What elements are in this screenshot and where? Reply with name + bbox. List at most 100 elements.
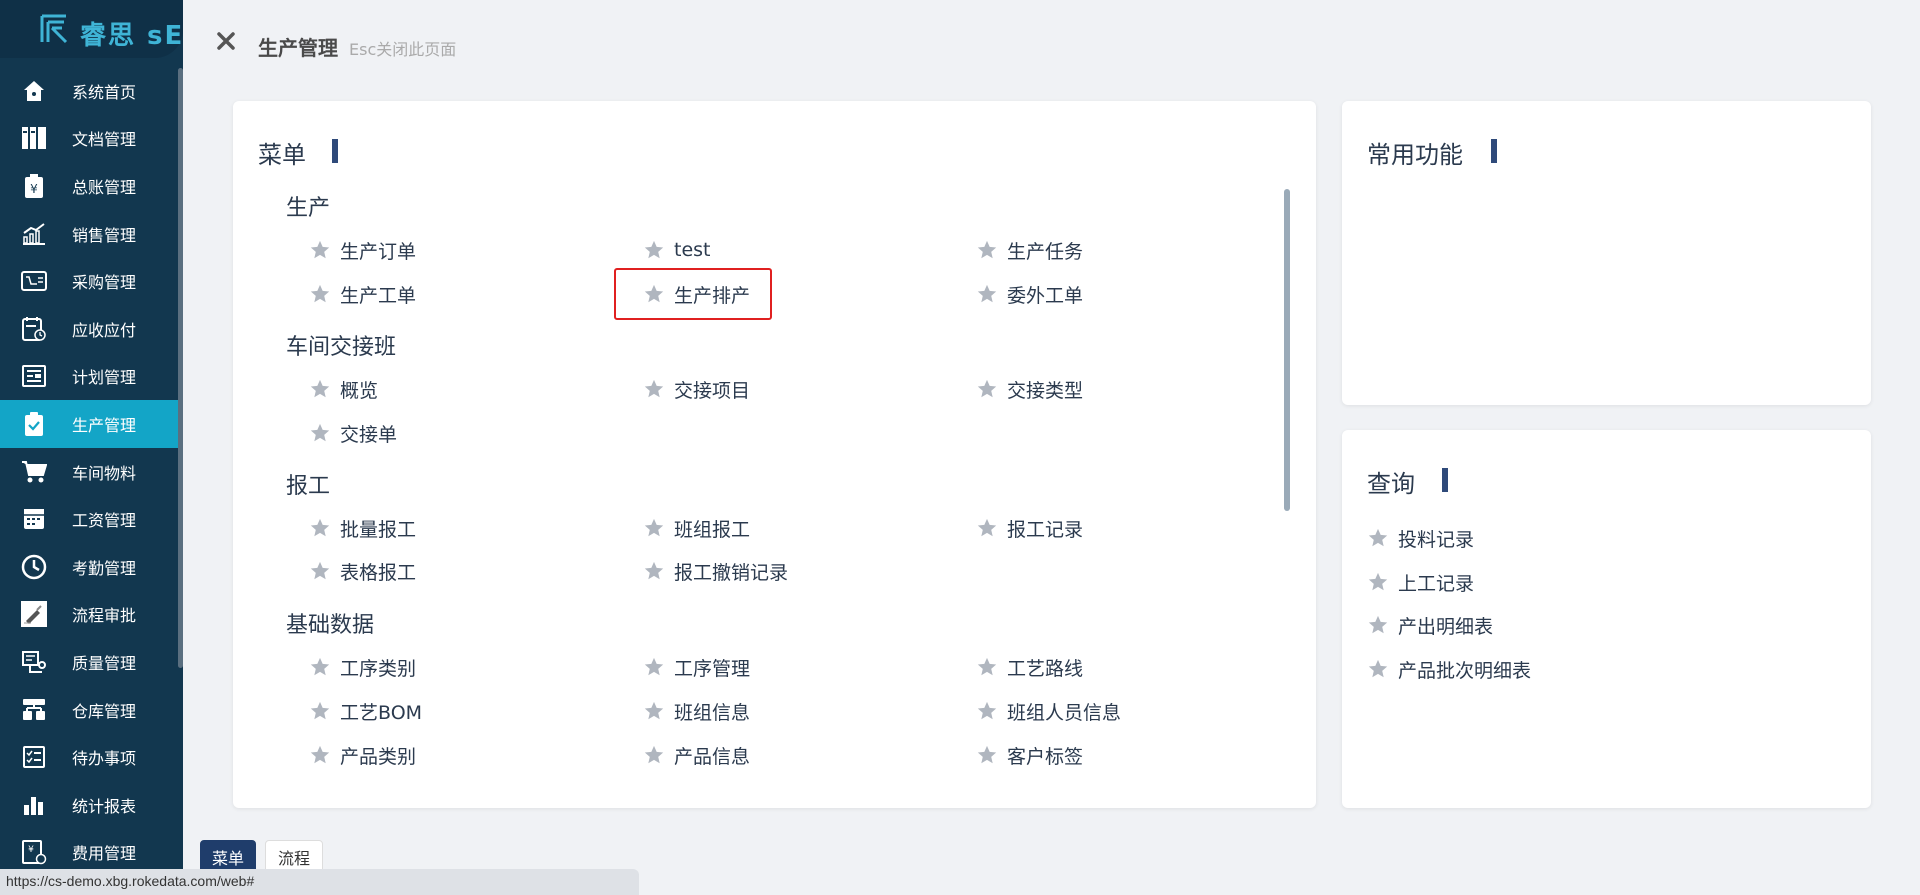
esc-hint: Esc关闭此页面: [349, 40, 457, 59]
link-team-info[interactable]: 班组信息: [643, 697, 750, 725]
star-icon[interactable]: [309, 517, 331, 539]
link-customer-tags[interactable]: 客户标签: [976, 741, 1083, 769]
star-icon[interactable]: [1367, 658, 1389, 680]
sidebar-item-attendance[interactable]: 考勤管理: [0, 543, 178, 591]
link-team-report[interactable]: 班组报工: [643, 514, 750, 542]
link-team-member-info[interactable]: 班组人员信息: [976, 697, 1121, 725]
sidebar: 睿思 sERP 系统首页 文档管理 ¥ 总账管理 销售管理: [0, 0, 183, 895]
star-icon[interactable]: [309, 422, 331, 444]
star-icon[interactable]: [309, 378, 331, 400]
title-accent-bar: [1491, 139, 1497, 163]
sidebar-item-sales[interactable]: 销售管理: [0, 210, 178, 258]
star-icon[interactable]: [976, 378, 998, 400]
bar-chart-icon: [20, 791, 48, 819]
sidebar-item-approval[interactable]: 流程审批: [0, 591, 178, 639]
link-overview[interactable]: 概览: [309, 375, 378, 403]
receivable-icon: [20, 315, 48, 343]
star-icon[interactable]: [309, 700, 331, 722]
sidebar-item-purchase[interactable]: 采购管理: [0, 257, 178, 305]
logo-icon: [40, 14, 68, 44]
star-icon[interactable]: [309, 560, 331, 582]
section-title-base-data: 基础数据: [286, 613, 375, 638]
quality-icon: [20, 648, 48, 676]
logo-bar[interactable]: 睿思 sERP: [0, 0, 183, 58]
link-output-details[interactable]: 产出明细表: [1367, 611, 1493, 639]
production-icon: [20, 410, 48, 438]
menu-panel-scrollbar[interactable]: [1284, 189, 1290, 511]
star-icon[interactable]: [1367, 527, 1389, 549]
link-report-cancel-records[interactable]: 报工撤销记录: [643, 557, 788, 585]
sidebar-item-reports[interactable]: 统计报表: [0, 781, 178, 829]
purchase-icon: [20, 267, 48, 295]
title-accent-bar: [332, 139, 338, 163]
sidebar-item-salary[interactable]: 工资管理: [0, 495, 178, 543]
star-icon[interactable]: [643, 560, 665, 582]
link-product-category[interactable]: 产品类别: [309, 741, 416, 769]
star-icon[interactable]: [1367, 571, 1389, 593]
link-batch-report[interactable]: 批量报工: [309, 514, 416, 542]
page-title: 生产管理: [258, 36, 338, 60]
link-outsourcing-order[interactable]: 委外工单: [976, 280, 1083, 308]
sidebar-item-warehouse[interactable]: 仓库管理: [0, 686, 178, 734]
menu-panel: 菜单 生产 生产订单 test 生产任务 生产工单 生产排产 委外工单 车间交接…: [233, 101, 1316, 808]
link-clock-in-records[interactable]: 上工记录: [1367, 568, 1474, 596]
sidebar-scrollbar[interactable]: [178, 68, 183, 668]
sidebar-item-production[interactable]: 生产管理: [0, 400, 178, 448]
star-icon[interactable]: [309, 239, 331, 261]
star-icon[interactable]: [643, 700, 665, 722]
link-product-info[interactable]: 产品信息: [643, 741, 750, 769]
star-icon[interactable]: [976, 283, 998, 305]
star-icon[interactable]: [309, 744, 331, 766]
favorites-panel-title: 常用功能: [1367, 141, 1463, 169]
link-handover-items[interactable]: 交接项目: [643, 375, 750, 403]
highlight-box: [614, 268, 772, 320]
sidebar-item-plan[interactable]: 计划管理: [0, 353, 178, 401]
status-url: https://cs-demo.xbg.rokedata.com/web#: [0, 869, 639, 895]
star-icon[interactable]: [976, 744, 998, 766]
link-production-order[interactable]: 生产订单: [309, 236, 416, 264]
document-icon: [20, 124, 48, 152]
link-process-bom[interactable]: 工艺BOM: [309, 697, 422, 725]
link-work-order[interactable]: 生产工单: [309, 280, 416, 308]
sidebar-item-receivable[interactable]: 应收应付: [0, 305, 178, 353]
sales-chart-icon: [20, 220, 48, 248]
sidebar-item-quality[interactable]: 质量管理: [0, 638, 178, 686]
query-panel: 查询 投料记录 上工记录 产出明细表 产品批次明细表: [1342, 430, 1871, 808]
close-icon[interactable]: [215, 30, 237, 52]
star-icon[interactable]: [1367, 614, 1389, 636]
sidebar-menu: 系统首页 文档管理 ¥ 总账管理 销售管理 采购管理 应收应付 计划管理 生产管…: [0, 67, 178, 876]
star-icon[interactable]: [643, 378, 665, 400]
link-process-category[interactable]: 工序类别: [309, 653, 416, 681]
link-production-task[interactable]: 生产任务: [976, 236, 1083, 264]
todo-icon: [20, 743, 48, 771]
sidebar-item-home[interactable]: 系统首页: [0, 67, 178, 115]
salary-icon: [20, 505, 48, 533]
sidebar-item-documents[interactable]: 文档管理: [0, 115, 178, 163]
link-batch-details[interactable]: 产品批次明细表: [1367, 655, 1531, 683]
link-feeding-records[interactable]: 投料记录: [1367, 524, 1474, 552]
ledger-icon: ¥: [20, 172, 48, 200]
link-report-records[interactable]: 报工记录: [976, 514, 1083, 542]
warehouse-icon: [20, 696, 48, 724]
star-icon[interactable]: [976, 517, 998, 539]
link-process-management[interactable]: 工序管理: [643, 653, 750, 681]
star-icon[interactable]: [309, 283, 331, 305]
link-test[interactable]: test: [643, 236, 711, 264]
star-icon[interactable]: [643, 656, 665, 678]
star-icon[interactable]: [643, 744, 665, 766]
link-process-route[interactable]: 工艺路线: [976, 653, 1083, 681]
sidebar-item-workshop-material[interactable]: 车间物料: [0, 448, 178, 496]
expense-icon: ¥: [20, 838, 48, 866]
link-handover-types[interactable]: 交接类型: [976, 375, 1083, 403]
link-handover-sheet[interactable]: 交接单: [309, 419, 397, 447]
star-icon[interactable]: [309, 656, 331, 678]
sidebar-item-todo[interactable]: 待办事项: [0, 733, 178, 781]
star-icon[interactable]: [976, 239, 998, 261]
star-icon[interactable]: [643, 239, 665, 261]
sidebar-item-ledger[interactable]: ¥ 总账管理: [0, 162, 178, 210]
star-icon[interactable]: [976, 700, 998, 722]
star-icon[interactable]: [643, 517, 665, 539]
svg-text:¥: ¥: [28, 845, 34, 855]
star-icon[interactable]: [976, 656, 998, 678]
link-table-report[interactable]: 表格报工: [309, 557, 416, 585]
